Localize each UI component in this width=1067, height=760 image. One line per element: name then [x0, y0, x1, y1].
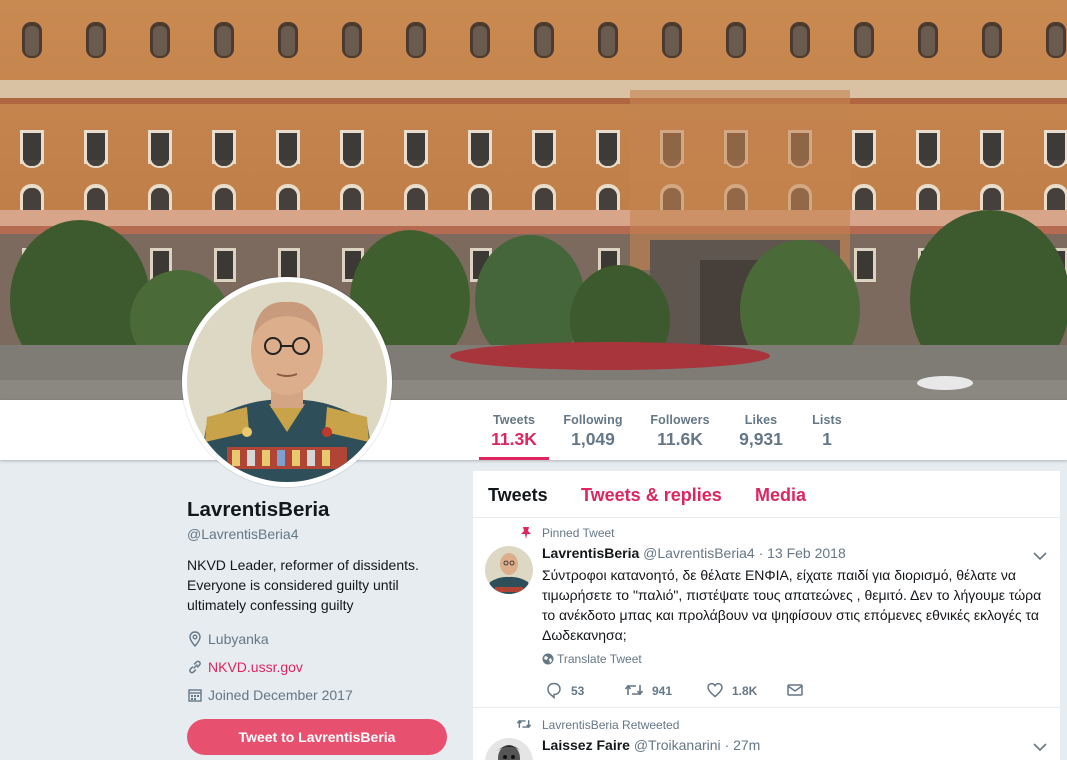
tab-tweets[interactable]: Tweets — [488, 485, 548, 506]
profile-bio: NKVD Leader, reformer of dissidents. Eve… — [187, 557, 419, 613]
stat-value: 1,049 — [571, 429, 615, 449]
retweet-button[interactable]: 941 — [624, 681, 672, 701]
calendar-icon — [188, 689, 202, 702]
link-icon — [189, 660, 201, 674]
stat-value: 9,931 — [739, 429, 783, 449]
nav-stat-followers[interactable]: Followers 11.6K — [645, 400, 715, 460]
nav-stat-following[interactable]: Following 1,049 — [558, 400, 628, 460]
nav-stat-lists[interactable]: Lists 1 — [807, 400, 847, 460]
retweet-count: 941 — [652, 684, 673, 698]
stat-label: Followers — [650, 413, 710, 427]
like-count: 1.8K — [732, 684, 758, 698]
globe-icon — [542, 653, 554, 665]
joined-text: Joined December 2017 — [208, 687, 353, 703]
header-banner-image — [0, 0, 1067, 400]
stat-value: 11.6K — [657, 429, 703, 449]
tweet-author-handle[interactable]: @Troikanarini — [634, 737, 721, 753]
tweet-header: Laissez Faire @Troikanarini · 27m — [542, 737, 760, 753]
tweet-avatar[interactable] — [485, 546, 533, 594]
tweet-author-name[interactable]: Laissez Faire — [542, 737, 630, 753]
tweet-date[interactable]: · 27m — [725, 737, 761, 753]
tweet-divider — [473, 707, 1060, 708]
profile-website: NKVD.ussr.gov — [187, 657, 303, 677]
timeline: Tweets Tweets & replies Media Pinned Twe… — [473, 471, 1060, 760]
stat-value: 1 — [822, 429, 832, 449]
reply-button[interactable]: 53 — [545, 681, 584, 701]
location-pin-icon — [189, 631, 201, 647]
translate-tweet[interactable]: Translate Tweet — [542, 652, 642, 666]
tab-media[interactable]: Media — [755, 485, 806, 506]
stat-value: 11.3K — [491, 429, 537, 449]
stat-label: Likes — [744, 413, 778, 427]
profile-joined: Joined December 2017 — [187, 685, 353, 705]
tweet-to-button[interactable]: Tweet to LavrentisBeria — [187, 719, 447, 755]
nav-stat-likes[interactable]: Likes 9,931 — [726, 400, 796, 460]
tweet-author-handle[interactable]: @LavrentisBeria4 — [643, 545, 755, 561]
stat-label: Following — [563, 413, 623, 427]
website-link[interactable]: NKVD.ussr.gov — [208, 659, 303, 675]
like-button[interactable]: 1.8K — [706, 681, 757, 701]
reply-count: 53 — [571, 684, 585, 698]
tweet-avatar[interactable] — [485, 738, 533, 760]
location-text: Lubyanka — [208, 631, 269, 647]
tweet-text: Σύντροφοι κατανοητό, δε θέλατε ΕΝΦΙΑ, εί… — [542, 567, 1042, 643]
tweet-header: LavrentisBeria @LavrentisBeria4 · 13 Feb… — [542, 545, 846, 561]
tweet-author-name[interactable]: LavrentisBeria — [542, 545, 639, 561]
translate-label[interactable]: Translate Tweet — [557, 652, 642, 666]
timeline-tabs: Tweets Tweets & replies Media — [473, 471, 1060, 518]
retweeted-label: LavrentisBeria Retweeted — [542, 718, 680, 732]
pin-icon — [521, 527, 531, 539]
tweet-date[interactable]: · 13 Feb 2018 — [759, 545, 846, 561]
profile-location: Lubyanka — [187, 629, 269, 649]
pinned-label: Pinned Tweet — [542, 526, 615, 540]
chevron-down-icon[interactable] — [1033, 742, 1047, 752]
retweet-icon — [624, 684, 644, 696]
envelope-icon — [787, 684, 803, 696]
profile-name[interactable]: LavrentisBeria — [187, 498, 329, 522]
profile-nav: Tweets 11.3K Following 1,049 Followers 1… — [0, 400, 1067, 460]
profile-handle[interactable]: @LavrentisBeria4 — [187, 526, 299, 542]
profile-avatar[interactable] — [182, 277, 392, 487]
reply-icon — [547, 682, 561, 700]
nav-stat-tweets[interactable]: Tweets 11.3K — [479, 400, 549, 460]
stat-label: Tweets — [492, 413, 536, 427]
stat-label: Lists — [812, 413, 842, 427]
heart-icon — [707, 682, 723, 698]
direct-message-button[interactable] — [786, 681, 812, 701]
chevron-down-icon[interactable] — [1033, 551, 1047, 561]
tab-tweets-replies[interactable]: Tweets & replies — [581, 485, 722, 506]
retweet-context-icon — [516, 719, 532, 729]
